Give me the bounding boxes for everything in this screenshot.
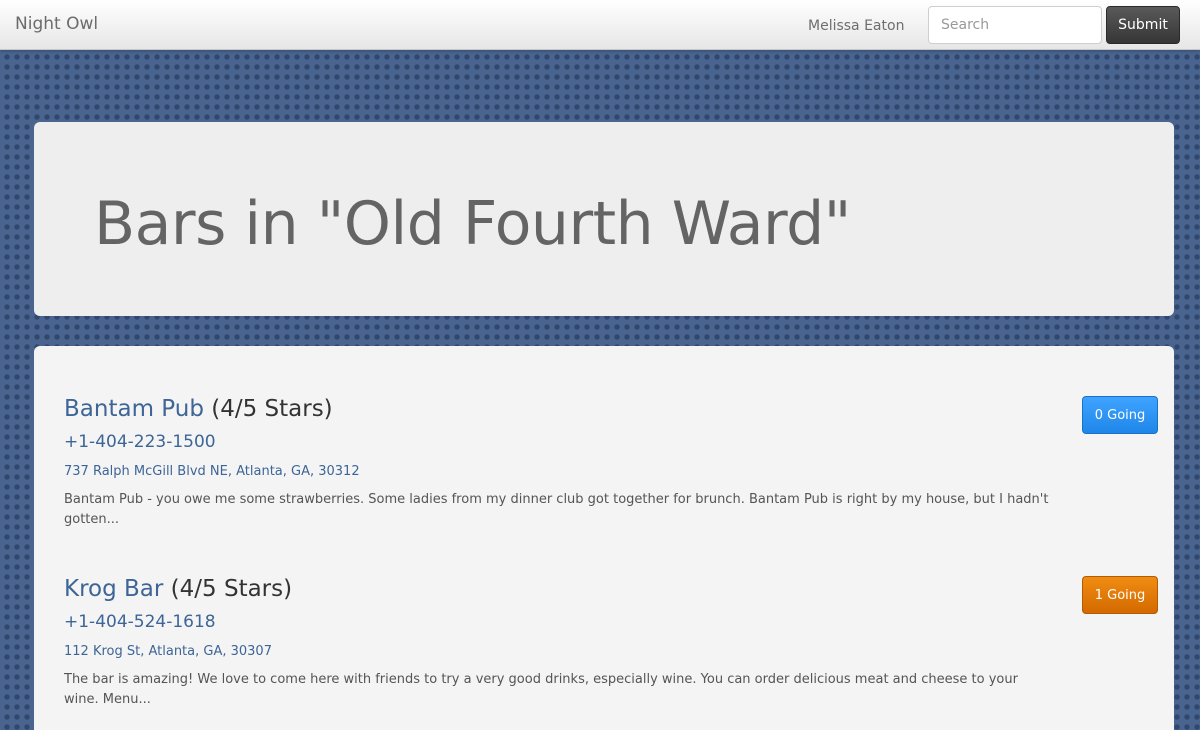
bar-title: Krog Bar (4/5 Stars) bbox=[64, 576, 292, 602]
bar-title: Bantam Pub (4/5 Stars) bbox=[64, 396, 333, 422]
top-navbar: Night Owl Melissa Eaton Submit bbox=[0, 0, 1200, 50]
bar-name-link[interactable]: Bantam Pub bbox=[64, 396, 204, 422]
bar-snippet: The bar is amazing! We love to come here… bbox=[64, 672, 1018, 707]
bar-address-link[interactable]: 737 Ralph McGill Blvd NE, Atlanta, GA, 3… bbox=[64, 464, 360, 479]
bar-address-link[interactable]: 112 Krog St, Atlanta, GA, 30307 bbox=[64, 644, 272, 659]
results-list: Bantam Pub (4/5 Stars) +1-404-223-1500 7… bbox=[34, 346, 1174, 730]
page-header: Bars in "Old Fourth Ward" bbox=[34, 122, 1174, 316]
user-name: Melissa Eaton bbox=[808, 18, 905, 34]
bar-name-link[interactable]: Krog Bar bbox=[64, 576, 163, 602]
submit-button[interactable]: Submit bbox=[1106, 6, 1180, 44]
search-input[interactable] bbox=[928, 6, 1102, 44]
bar-rating: (4/5 Stars) bbox=[211, 396, 333, 422]
going-button[interactable]: 0 Going bbox=[1082, 396, 1158, 434]
brand-link[interactable]: Night Owl bbox=[15, 14, 98, 34]
bar-snippet: Bantam Pub - you owe me some strawberrie… bbox=[64, 492, 1049, 527]
bar-rating: (4/5 Stars) bbox=[170, 576, 293, 602]
going-button[interactable]: 1 Going bbox=[1082, 576, 1158, 614]
bar-phone-link[interactable]: +1-404-223-1500 bbox=[64, 432, 216, 452]
bar-phone-link[interactable]: +1-404-524-1618 bbox=[64, 612, 216, 632]
page-title: Bars in "Old Fourth Ward" bbox=[94, 189, 851, 259]
